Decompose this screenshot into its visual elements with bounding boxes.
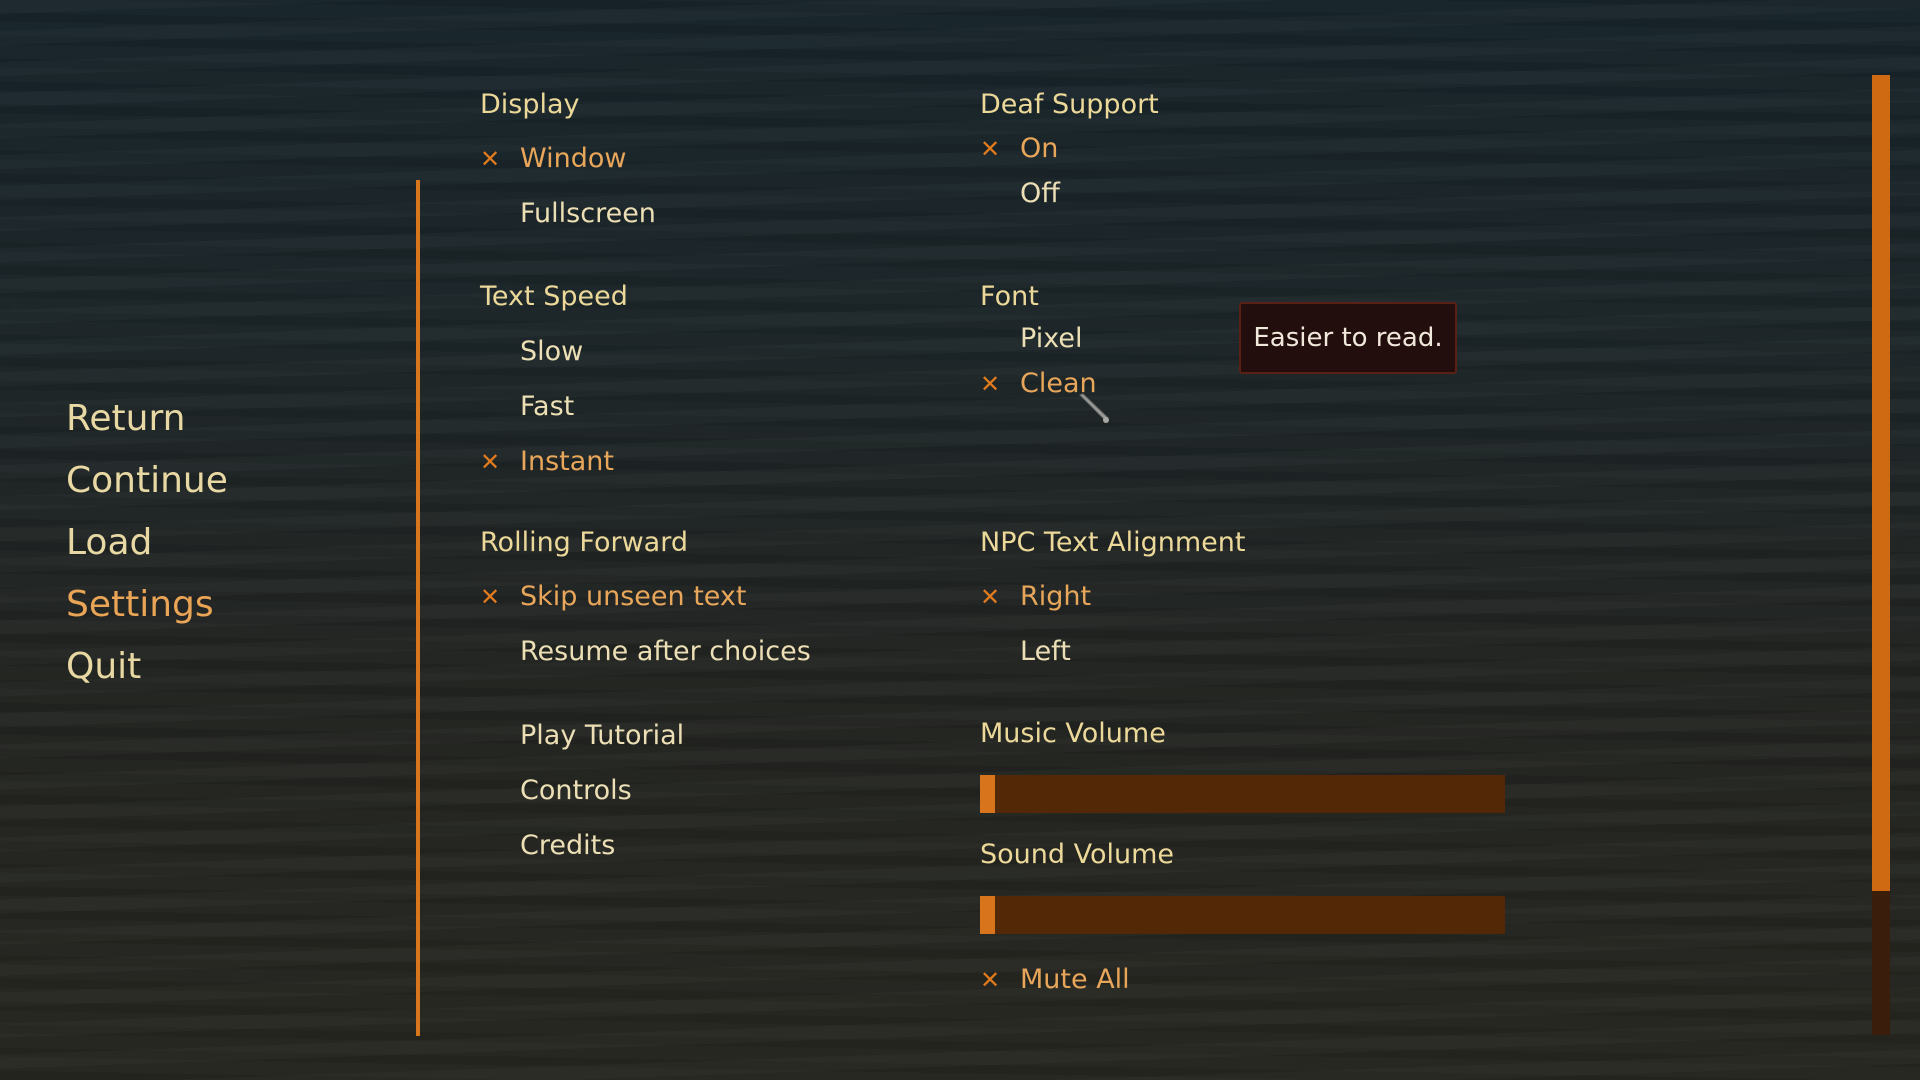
deaf-support-off-option[interactable]: Off bbox=[980, 174, 1180, 214]
text-speed-title: Text Speed bbox=[480, 281, 628, 312]
menu-divider bbox=[416, 180, 420, 1036]
x-mark-icon: ✕ bbox=[980, 966, 1001, 994]
option-label: Pixel bbox=[1020, 323, 1083, 354]
play-tutorial-button[interactable]: Play Tutorial bbox=[480, 716, 780, 756]
npc-text-alignment-title: NPC Text Alignment bbox=[980, 527, 1246, 558]
music-volume-group: Music Volume bbox=[980, 717, 1520, 817]
option-label: Fullscreen bbox=[520, 198, 656, 229]
option-label: Mute All bbox=[1020, 964, 1130, 995]
x-mark-icon: ✕ bbox=[980, 135, 1001, 163]
controls-button[interactable]: Controls bbox=[480, 771, 780, 811]
resume-after-choices-option[interactable]: Resume after choices bbox=[480, 632, 820, 672]
display-title: Display bbox=[480, 89, 580, 120]
option-label: Right bbox=[1020, 581, 1092, 612]
option-label: Slow bbox=[520, 336, 584, 367]
deaf-support-title: Deaf Support bbox=[980, 89, 1159, 120]
option-label: Skip unseen text bbox=[520, 581, 747, 612]
scrollbar-thumb[interactable] bbox=[1872, 75, 1890, 891]
sound-volume-title: Sound Volume bbox=[980, 839, 1175, 870]
font-tooltip: Easier to read. bbox=[1239, 302, 1457, 374]
npc-align-left-option[interactable]: Left bbox=[980, 632, 1180, 672]
x-mark-icon: ✕ bbox=[480, 583, 501, 611]
main-menu: Return Continue Load Settings Quit bbox=[66, 388, 228, 698]
arrow-cursor-icon bbox=[1079, 393, 1109, 423]
option-label: Window bbox=[520, 143, 627, 174]
music-volume-slider[interactable] bbox=[980, 775, 1505, 813]
x-mark-icon: ✕ bbox=[980, 583, 1001, 611]
sound-volume-slider[interactable] bbox=[980, 896, 1505, 934]
npc-align-right-option[interactable]: ✕ Right bbox=[980, 577, 1180, 617]
display-fullscreen-option[interactable]: Fullscreen bbox=[480, 194, 780, 234]
nav-continue[interactable]: Continue bbox=[66, 450, 228, 512]
option-label: Off bbox=[1020, 178, 1060, 209]
music-volume-slider-thumb[interactable] bbox=[980, 775, 995, 813]
nav-settings[interactable]: Settings bbox=[66, 574, 228, 636]
font-pixel-option[interactable]: Pixel bbox=[980, 319, 1180, 359]
nav-return[interactable]: Return bbox=[66, 388, 228, 450]
option-label: On bbox=[1020, 133, 1059, 164]
sound-volume-group: Sound Volume bbox=[980, 838, 1520, 938]
credits-button[interactable]: Credits bbox=[480, 826, 780, 866]
nav-load[interactable]: Load bbox=[66, 512, 228, 574]
settings-scrollbar[interactable] bbox=[1872, 75, 1890, 1035]
music-volume-title: Music Volume bbox=[980, 718, 1166, 749]
option-label: Instant bbox=[520, 446, 614, 477]
rolling-forward-title: Rolling Forward bbox=[480, 527, 688, 558]
npc-text-alignment-group: NPC Text Alignment ✕ Right Left bbox=[980, 526, 1400, 676]
display-window-option[interactable]: ✕ Window bbox=[480, 139, 780, 179]
mute-all-group: ✕ Mute All bbox=[980, 960, 1280, 1004]
mute-all-option[interactable]: ✕ Mute All bbox=[980, 960, 1180, 1000]
nav-quit[interactable]: Quit bbox=[66, 636, 228, 698]
option-label: Resume after choices bbox=[520, 636, 811, 667]
text-speed-slow-option[interactable]: Slow bbox=[480, 332, 780, 372]
sound-volume-slider-thumb[interactable] bbox=[980, 896, 995, 934]
font-title: Font bbox=[980, 281, 1039, 312]
skip-unseen-text-option[interactable]: ✕ Skip unseen text bbox=[480, 577, 800, 617]
x-mark-icon: ✕ bbox=[480, 448, 501, 476]
deaf-support-on-option[interactable]: ✕ On bbox=[980, 129, 1180, 169]
option-label: Fast bbox=[520, 391, 575, 422]
text-speed-instant-option[interactable]: ✕ Instant bbox=[480, 442, 780, 482]
deaf-support-group: Deaf Support ✕ On Off bbox=[980, 88, 1400, 218]
text-speed-group: Text Speed Slow Fast ✕ Instant bbox=[480, 280, 900, 480]
settings-screen: Return Continue Load Settings Quit Displ… bbox=[0, 0, 1920, 1080]
extras-group: Play Tutorial Controls Credits bbox=[480, 716, 900, 866]
option-label: Controls bbox=[520, 775, 632, 806]
x-mark-icon: ✕ bbox=[980, 370, 1001, 398]
text-speed-fast-option[interactable]: Fast bbox=[480, 387, 780, 427]
option-label: Left bbox=[1020, 636, 1071, 667]
rolling-forward-group: Rolling Forward ✕ Skip unseen text Resum… bbox=[480, 526, 900, 676]
option-label: Credits bbox=[520, 830, 616, 861]
display-group: Display ✕ Window Fullscreen bbox=[480, 88, 900, 238]
x-mark-icon: ✕ bbox=[480, 145, 501, 173]
option-label: Play Tutorial bbox=[520, 720, 685, 751]
